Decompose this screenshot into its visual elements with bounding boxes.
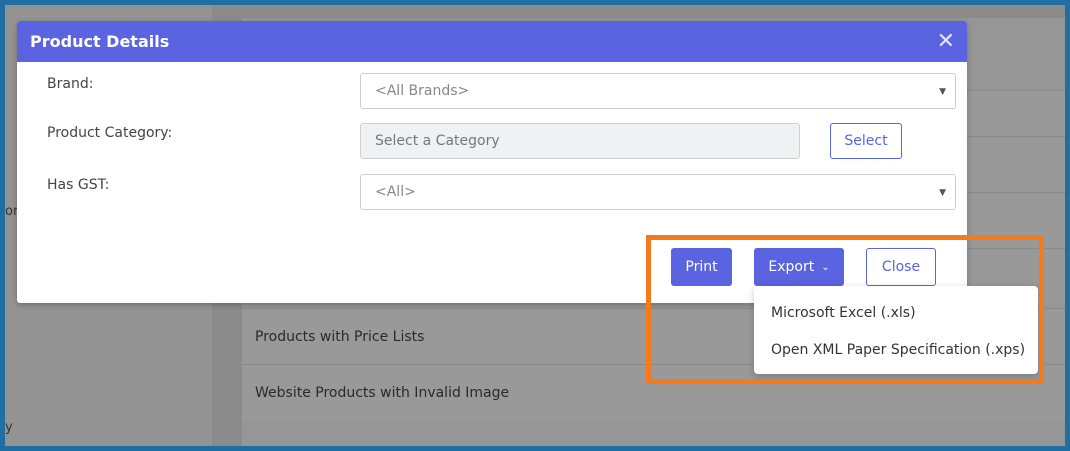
category-input[interactable]: Select a Category xyxy=(360,123,800,159)
print-button[interactable]: Print xyxy=(671,248,732,286)
gst-select[interactable]: <All> ▼ xyxy=(360,174,956,210)
gst-select-value: <All> xyxy=(375,184,416,200)
brand-select-value: <All Brands> xyxy=(375,83,470,99)
menu-item-label: Microsoft Excel (.xls) xyxy=(771,304,916,321)
close-button-label: Close xyxy=(881,259,921,275)
export-dropdown-menu: Microsoft Excel (.xls) Open XML Paper Sp… xyxy=(754,286,1038,374)
product-details-modal: Product Details ✕ Brand: <All Brands> ▼ … xyxy=(17,21,967,303)
brand-label: Brand: xyxy=(47,76,94,92)
background-text-fragment: y xyxy=(5,420,13,435)
print-button-label: Print xyxy=(685,259,718,275)
brand-select[interactable]: <All Brands> ▼ xyxy=(360,73,956,109)
select-button-label: Select xyxy=(844,133,888,149)
close-icon[interactable]: ✕ xyxy=(937,30,955,53)
export-xps-option[interactable]: Open XML Paper Specification (.xps) xyxy=(754,331,1038,368)
export-button-label: Export xyxy=(768,259,815,275)
menu-item-label: Open XML Paper Specification (.xps) xyxy=(771,341,1026,358)
export-excel-option[interactable]: Microsoft Excel (.xls) xyxy=(754,294,1038,331)
caret-down-icon: ▼ xyxy=(939,188,946,198)
caret-down-icon: ▼ xyxy=(939,87,946,97)
modal-header: Product Details ✕ xyxy=(17,21,967,62)
chevron-down-icon: ⌄ xyxy=(821,261,830,273)
background-row-label: Website Products with Invalid Image xyxy=(255,384,510,401)
category-label: Product Category: xyxy=(47,125,173,141)
modal-title: Product Details xyxy=(30,32,170,51)
close-button[interactable]: Close xyxy=(866,248,936,286)
gst-label: Has GST: xyxy=(47,177,110,193)
select-category-button[interactable]: Select xyxy=(830,123,902,159)
category-placeholder: Select a Category xyxy=(375,133,500,149)
export-button[interactable]: Export ⌄ xyxy=(754,248,844,286)
background-row-label: Products with Price Lists xyxy=(255,328,425,345)
